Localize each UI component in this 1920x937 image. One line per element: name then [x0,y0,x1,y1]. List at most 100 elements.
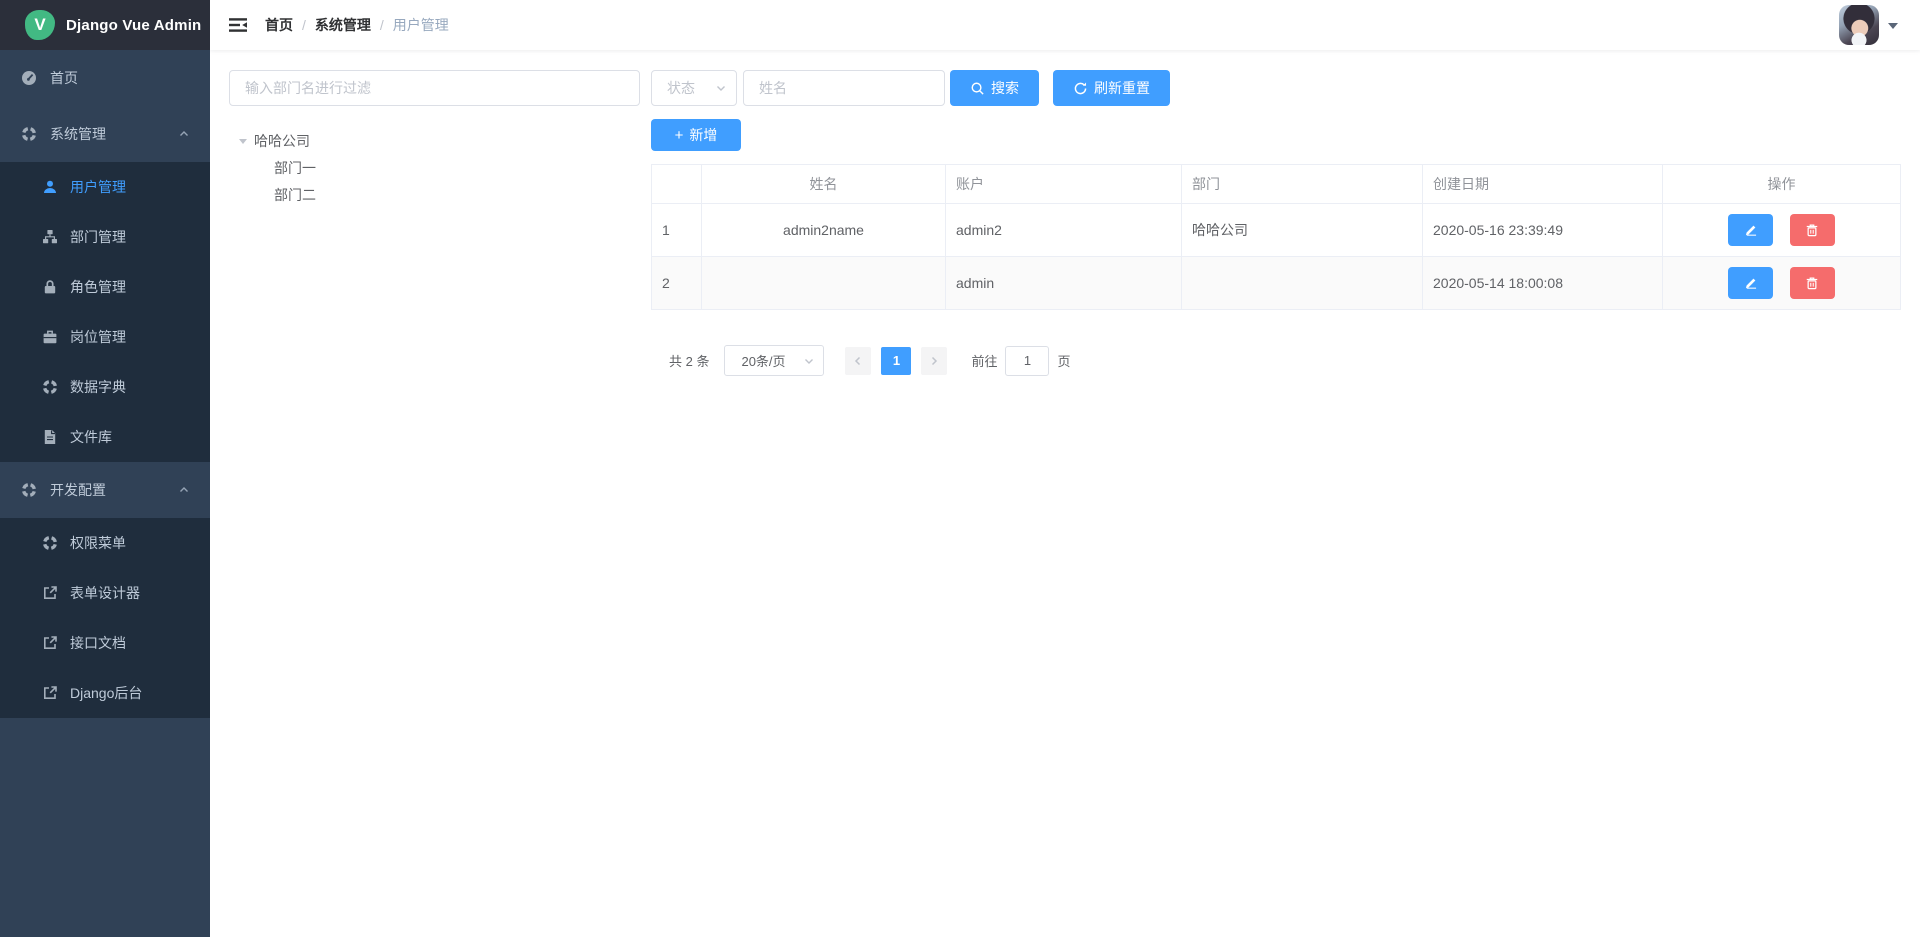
sidebar-item-home[interactable]: 首页 [0,50,210,106]
submenu-system: 用户管理 部门管理 角色管理 岗位管理 [0,162,210,462]
sidebar-group-devconfig[interactable]: 开发配置 [0,462,210,518]
delete-button[interactable] [1790,214,1835,246]
cell-index: 1 [652,204,702,257]
user-icon [42,179,58,195]
edit-button[interactable] [1728,267,1773,299]
breadcrumb: 首页 / 系统管理 / 用户管理 [265,15,449,35]
breadcrumb-current: 用户管理 [393,15,449,35]
caret-expanded-icon[interactable] [239,139,247,148]
goto-page-input[interactable] [1005,346,1049,376]
users-table: 姓名 账户 部门 创建日期 操作 1 admin2name admin 2 哈哈公… [651,164,1901,310]
table-header-row: 姓名 账户 部门 创建日期 操作 [652,165,1901,204]
sidebar-item-label: 角色管理 [70,277,126,297]
next-page-button[interactable] [921,347,947,375]
app-logo[interactable]: V Django Vue Admin [0,0,210,50]
tree-node-dept2[interactable]: 部门二 [229,181,640,208]
trash-icon [1805,276,1819,290]
sidebar-group-system[interactable]: 系统管理 [0,106,210,162]
prev-page-button[interactable] [845,347,871,375]
cell-created: 2020-05-14 18:00:08 [1423,257,1663,310]
component-icon [21,126,37,142]
tree-node-dept1[interactable]: 部门一 [229,154,640,181]
tree-node-label: 部门一 [274,158,316,178]
page-unit-label: 页 [1057,351,1070,370]
user-panel: 状态 搜索 刷新重置 [651,70,1900,376]
plus-icon: + [675,128,684,143]
cell-created: 2020-05-16 23:39:49 [1423,204,1663,257]
submenu-devconfig: 权限菜单 表单设计器 接口文档 Django后台 [0,518,210,718]
col-department: 部门 [1182,165,1423,204]
edit-pencil-icon [1744,223,1758,237]
search-button-label: 搜索 [991,78,1019,98]
sidebar-item-posts[interactable]: 岗位管理 [0,312,210,362]
status-select[interactable]: 状态 [651,70,737,106]
sidebar-item-users[interactable]: 用户管理 [0,162,210,212]
tree-node-label: 哈哈公司 [254,131,310,151]
sidebar-item-dictionary[interactable]: 数据字典 [0,362,210,412]
external-link-icon [42,585,58,601]
breadcrumb-system[interactable]: 系统管理 [315,15,371,35]
col-account: 账户 [946,165,1182,204]
sidebar-item-api-docs[interactable]: 接口文档 [0,618,210,668]
cell-index: 2 [652,257,702,310]
sidebar-item-label: 部门管理 [70,227,126,247]
delete-button[interactable] [1790,267,1835,299]
app-title: Django Vue Admin [66,17,201,34]
briefcase-icon [42,329,58,345]
sidebar-item-label: 岗位管理 [70,327,126,347]
sidebar-item-permission-menu[interactable]: 权限菜单 [0,518,210,568]
cell-department: 哈哈公司 [1182,204,1423,257]
col-name: 姓名 [702,165,946,204]
sidebar-item-label: 表单设计器 [70,583,140,603]
department-tree: 哈哈公司 部门一 部门二 [229,128,640,208]
search-icon [970,81,985,96]
page-content: 哈哈公司 部门一 部门二 状态 [210,50,1920,376]
sidebar-item-django-admin[interactable]: Django后台 [0,668,210,718]
status-select-placeholder: 状态 [667,78,695,98]
sidebar-menu: 首页 系统管理 用户管理 部门管理 [0,50,210,718]
top-navbar: 首页 / 系统管理 / 用户管理 [210,0,1920,50]
avatar[interactable] [1839,5,1879,45]
edit-button[interactable] [1728,214,1773,246]
breadcrumb-separator: / [302,17,306,33]
sidebar-item-files[interactable]: 文件库 [0,412,210,462]
tree-node-company[interactable]: 哈哈公司 [229,128,640,154]
cell-name [702,257,946,310]
search-button[interactable]: 搜索 [950,70,1039,106]
pagination: 共 2 条 20条/页 1 前往 页 [651,345,1900,376]
cell-account: admin [946,257,1182,310]
add-button[interactable]: + 新增 [651,119,741,151]
page-size-select[interactable]: 20条/页 [724,345,824,376]
col-index [652,165,702,204]
sidebar-item-roles[interactable]: 角色管理 [0,262,210,312]
sidebar: V Django Vue Admin 首页 系统管理 用户管理 [0,0,210,937]
breadcrumb-separator: / [380,17,384,33]
refresh-reset-button[interactable]: 刷新重置 [1053,70,1170,106]
pagination-total: 共 2 条 [669,351,709,370]
user-menu[interactable] [1839,5,1898,45]
department-filter-input[interactable] [229,70,640,106]
sidebar-item-label: Django后台 [70,683,142,703]
refresh-icon [1073,81,1088,96]
page-number-button[interactable]: 1 [881,347,911,375]
sidebar-item-label: 接口文档 [70,633,126,653]
chevron-down-icon [803,355,815,367]
add-button-label: 新增 [689,125,717,145]
external-link-icon [42,685,58,701]
vue-logo-icon: V [25,10,55,40]
chevron-up-icon [178,128,190,140]
name-filter-input[interactable] [743,70,945,106]
cell-name: admin2name [702,204,946,257]
hamburger-icon[interactable] [210,0,263,50]
sidebar-item-label: 权限菜单 [70,533,126,553]
sidebar-item-label: 文件库 [70,427,112,447]
trash-icon [1805,223,1819,237]
sidebar-item-form-designer[interactable]: 表单设计器 [0,568,210,618]
breadcrumb-home[interactable]: 首页 [265,15,293,35]
component-icon [42,379,58,395]
org-tree-icon [42,229,58,245]
caret-down-icon [1888,23,1898,34]
sidebar-item-departments[interactable]: 部门管理 [0,212,210,262]
table-row: 2 admin 2020-05-14 18:00:08 [652,257,1901,310]
col-created: 创建日期 [1423,165,1663,204]
